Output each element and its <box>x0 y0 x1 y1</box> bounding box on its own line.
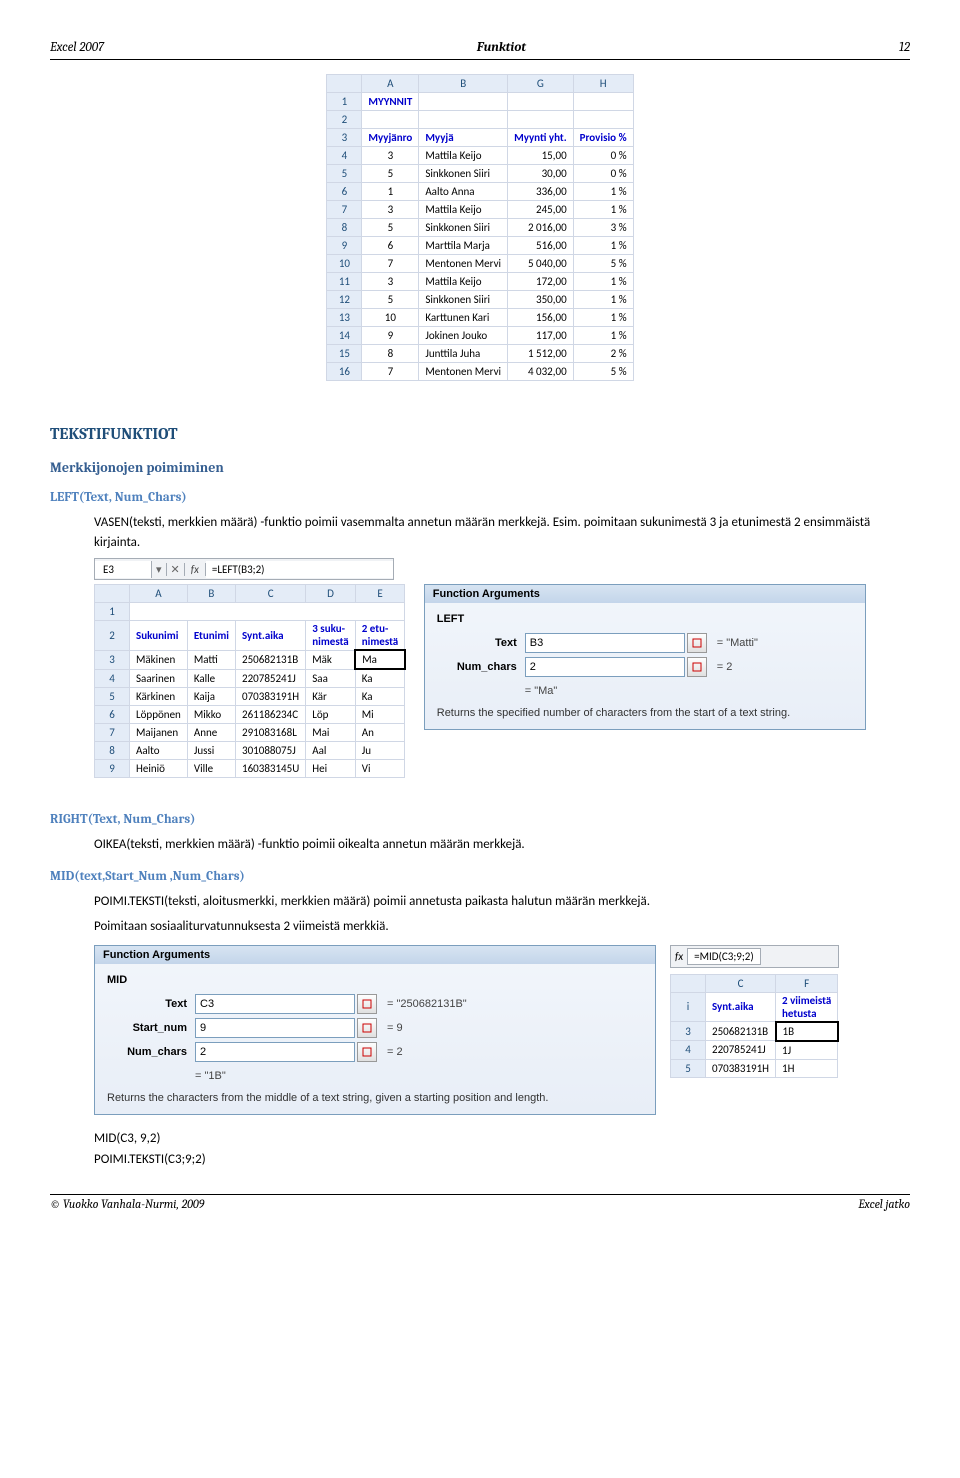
sales-table: A B G H 1MYYNNIT 2 3 Myyjänro Myyjä Myyn… <box>326 74 633 381</box>
mid-formula-2: POIMI.TEKSTI(C3;9;2) <box>94 1150 910 1170</box>
text-input[interactable]: C3 <box>195 994 355 1014</box>
table-row: 5 Kärkinen Kaija 070383191H Kär Ka <box>95 688 405 706</box>
range-select-icon[interactable] <box>687 657 707 677</box>
text-eq: = "250682131B" <box>387 998 467 1010</box>
table-row: 7 3 Mattila Keijo 245,00 1 % <box>327 201 633 219</box>
dialog-title: Function Arguments <box>425 585 865 603</box>
cancel-icon[interactable]: ✕ <box>167 563 185 576</box>
table-row: 6 Löppönen Mikko 261186234C Löp Mi <box>95 706 405 724</box>
function-args-left-dialog: Function Arguments LEFT Text B3 = "Matti… <box>424 584 866 730</box>
table-row: 8 5 Sinkkonen Siiri 2 016,00 3 % <box>327 219 633 237</box>
table-row: 8 Aalto Jussi 301088075J Aal Ju <box>95 742 405 760</box>
fn-name-left: LEFT <box>437 613 853 625</box>
field-label-text: Text <box>107 998 195 1010</box>
table-row: 5 5 Sinkkonen Siiri 30,00 0 % <box>327 165 633 183</box>
range-select-icon[interactable] <box>357 994 377 1014</box>
footer-right: Excel jatko <box>858 1197 910 1211</box>
formula-text[interactable]: =LEFT(B3;2) <box>206 561 393 578</box>
return-value: = "1B" <box>195 1070 643 1082</box>
col-G: G <box>508 75 574 93</box>
fn-name-mid: MID <box>107 974 643 986</box>
col-H: H <box>573 75 633 93</box>
range-select-icon[interactable] <box>357 1042 377 1062</box>
text-eq: = "Matti" <box>717 637 758 649</box>
formula-text[interactable]: =MID(C3;9;2) <box>687 948 761 965</box>
text-input[interactable]: B3 <box>525 633 685 653</box>
table-row: 10 7 Mentonen Mervi 5 040,00 5 % <box>327 255 633 273</box>
header-center: Funktiot <box>477 40 526 55</box>
header-right: 12 <box>899 40 910 55</box>
table-row: 4 220785241J 1J <box>671 1041 838 1060</box>
formula-bar-2: fx =MID(C3;9;2) <box>670 945 839 968</box>
num-eq: = 2 <box>387 1046 403 1058</box>
col-A: A <box>362 75 419 93</box>
table-row: 9 6 Marttila Marja 516,00 1 % <box>327 237 633 255</box>
table-row: 7 Maijanen Anne 291083168L Mai An <box>95 724 405 742</box>
table-row: 3 Mäkinen Matti 250682131B Mäk Ma <box>95 650 405 669</box>
header-divider <box>50 59 910 60</box>
table-row: 16 7 Mentonen Mervi 4 032,00 5 % <box>327 363 633 381</box>
title: MYYNNIT <box>362 93 419 111</box>
range-select-icon[interactable] <box>357 1018 377 1038</box>
mid-paragraph-1: POIMI.TEKSTI(teksti, aloitusmerkki, merk… <box>94 892 910 912</box>
range-select-icon[interactable] <box>687 633 707 653</box>
right-paragraph: OIKEA(teksti, merkkien määrä) -funktio p… <box>94 835 910 855</box>
num-input[interactable]: 2 <box>525 657 685 677</box>
section-tekstifunktiot: TEKSTIFUNKTIOT <box>50 425 910 443</box>
table-row: 6 1 Aalto Anna 336,00 1 % <box>327 183 633 201</box>
num-input[interactable]: 2 <box>195 1042 355 1062</box>
dialog-desc: Returns the specified number of characte… <box>437 707 853 719</box>
field-label-start: Start_num <box>107 1022 195 1034</box>
subsec-poiminen: Merkkijonojen poimiminen <box>50 459 910 476</box>
fx-icon[interactable]: fx <box>185 563 206 576</box>
mid-formula-1: MID(C3, 9,2) <box>94 1129 910 1149</box>
table-row: 13 10 Karttunen Kari 156,00 1 % <box>327 309 633 327</box>
table-row: 4 Saarinen Kalle 220785241J Saa Ka <box>95 669 405 688</box>
table-row: 15 8 Junttila Juha 1 512,00 2 % <box>327 345 633 363</box>
func-left-heading: LEFT(Text, Num_Chars) <box>50 490 910 505</box>
mid-paragraph-2: Poimitaan sosiaaliturvatunnuksesta 2 vii… <box>94 917 910 937</box>
corner <box>327 75 362 93</box>
table-row: 5 070383191H 1H <box>671 1059 838 1077</box>
col-B: B <box>419 75 508 93</box>
footer-left: © Vuokko Vanhala-Nurmi, 2009 <box>50 1197 204 1211</box>
field-label-num: Num_chars <box>437 661 525 673</box>
namebox-dropdown-icon[interactable]: ▾ <box>152 563 167 576</box>
field-label-num: Num_chars <box>107 1046 195 1058</box>
start-input[interactable]: 9 <box>195 1018 355 1038</box>
dialog-desc: Returns the characters from the middle o… <box>107 1092 643 1104</box>
func-right-heading: RIGHT(Text, Num_Chars) <box>50 812 910 827</box>
field-label-text: Text <box>437 637 525 649</box>
name-box[interactable]: E3 <box>95 561 152 578</box>
func-mid-heading: MID(text,Start_Num ,Num_Chars) <box>50 869 910 884</box>
num-eq: = 2 <box>717 661 733 673</box>
table-row: 3 250682131B 1B <box>671 1022 838 1041</box>
table-row: 9 Heiniö Ville 160383145U Hei Vi <box>95 760 405 778</box>
return-value: = "Ma" <box>525 685 853 697</box>
formula-bar-1: E3 ▾ ✕ fx =LEFT(B3;2) <box>94 558 394 580</box>
fx-icon[interactable]: fx <box>675 950 683 963</box>
names-table: A B C D E 1 2 Sukunimi Etunimi Synt.aika… <box>94 584 406 778</box>
function-args-mid-dialog: Function Arguments MID Text C3 = "250682… <box>94 945 656 1115</box>
table-row: 11 3 Mattila Keijo 172,00 1 % <box>327 273 633 291</box>
hetu-table: C F i Synt.aika 2 viimeistä hetusta 3 25… <box>670 974 839 1078</box>
left-paragraph: VASEN(teksti, merkkien määrä) -funktio p… <box>94 513 910 552</box>
header-left: Excel 2007 <box>50 40 104 55</box>
table-row: 4 3 Mattila Keijo 15,00 0 % <box>327 147 633 165</box>
start-eq: = 9 <box>387 1022 403 1034</box>
dialog-title: Function Arguments <box>95 946 655 964</box>
table-row: 14 9 Jokinen Jouko 117,00 1 % <box>327 327 633 345</box>
table-row: 12 5 Sinkkonen Siiri 350,00 1 % <box>327 291 633 309</box>
